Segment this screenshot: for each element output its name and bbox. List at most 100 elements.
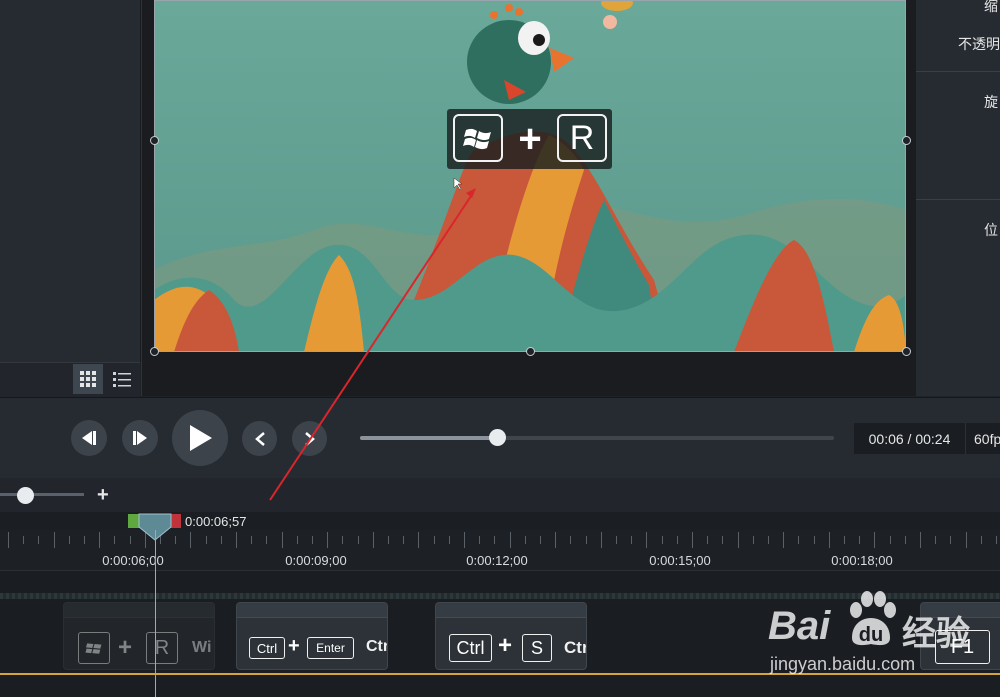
clip-plus: + — [118, 634, 133, 661]
ruler-tick — [874, 532, 875, 548]
callout-plus: + — [518, 117, 542, 161]
scale-label: 缩 — [984, 0, 998, 14]
properties-panel: 缩 不透明 旋 位 — [916, 0, 1000, 396]
ruler-tick — [890, 536, 891, 544]
clip-label: Ctr — [564, 638, 587, 657]
step-back-button[interactable] — [71, 420, 107, 456]
grid-view-button[interactable] — [73, 364, 103, 394]
ruler-tick — [662, 536, 663, 544]
keystroke-clip[interactable]: Ctrl + Enter Ctr — [236, 602, 388, 670]
ruler-tick — [54, 532, 55, 548]
baidu-jingyan-watermark: Bai du 经验 jingyan.baidu.com — [768, 590, 1000, 675]
ctrl-key: Ctrl — [249, 637, 285, 659]
zoom-slider-track[interactable] — [0, 493, 84, 496]
ruler-tick — [464, 532, 465, 548]
divider — [916, 199, 1000, 200]
ruler-tick — [358, 536, 359, 544]
ruler-tick — [814, 536, 815, 544]
ruler-label: 0:00:18;00 — [831, 553, 893, 568]
keystroke-callout[interactable]: + R — [447, 109, 612, 169]
play-icon — [190, 425, 212, 451]
ruler-tick — [616, 536, 617, 544]
ruler-tick — [966, 532, 967, 548]
ruler-tick — [312, 536, 313, 544]
ruler-tick — [206, 536, 207, 544]
ruler-tick — [844, 536, 845, 544]
scrubber-thumb[interactable] — [489, 429, 506, 446]
ruler-tick — [494, 536, 495, 544]
ruler-tick — [570, 536, 571, 544]
ruler-tick — [677, 536, 678, 544]
resize-handle[interactable] — [902, 136, 911, 145]
ruler-tick — [190, 532, 191, 548]
clip-plus: + — [498, 632, 513, 659]
next-marker-icon — [304, 431, 315, 446]
ruler-tick — [798, 536, 799, 544]
playhead-time: 0:00:06;57 — [185, 514, 247, 529]
ruler-tick — [753, 536, 754, 544]
previous-marker-button[interactable] — [242, 421, 277, 456]
resize-handle[interactable] — [902, 347, 911, 356]
ruler-label: 0:00:12;00 — [466, 553, 528, 568]
clip-label: Wi — [192, 639, 212, 656]
ruler-tick — [722, 536, 723, 544]
enter-key: Enter — [307, 637, 354, 659]
ruler-tick — [555, 532, 556, 548]
ruler-tick — [601, 532, 602, 548]
ruler-tick — [388, 536, 389, 544]
watermark-brand-cn: 经验 — [902, 615, 970, 653]
r-key: R — [557, 114, 607, 162]
ruler-tick — [905, 536, 906, 544]
previous-marker-icon — [254, 431, 265, 446]
preview-scene-image — [154, 0, 906, 352]
ruler-tick — [114, 536, 115, 544]
ruler-tick — [950, 536, 951, 544]
ruler-tick — [692, 532, 693, 548]
clip-plus: + — [288, 635, 300, 657]
zoom-slider-thumb[interactable] — [17, 487, 34, 504]
playhead-line — [155, 530, 156, 697]
video-preview[interactable] — [154, 0, 906, 352]
resize-handle[interactable] — [150, 347, 159, 356]
keystroke-clip[interactable]: Ctrl + S Ctr — [435, 602, 587, 670]
ruler-tick — [996, 536, 997, 544]
opacity-label: 不透明 — [958, 36, 1000, 52]
keystroke-clip[interactable]: + R Wi — [63, 602, 215, 670]
ruler-tick — [768, 536, 769, 544]
watermark-url: jingyan.baidu.com — [770, 654, 916, 674]
ruler-tick — [449, 536, 450, 544]
fps-selector[interactable]: 60fps — [965, 423, 1000, 454]
zoom-in-button[interactable]: + — [97, 484, 109, 507]
ruler-tick — [221, 536, 222, 544]
ruler-tick — [525, 536, 526, 544]
grid-icon — [80, 371, 96, 387]
ruler-tick — [99, 532, 100, 548]
ruler-tick — [631, 536, 632, 544]
list-view-button[interactable] — [107, 364, 137, 394]
resize-handle[interactable] — [150, 136, 159, 145]
svg-text:du: du — [859, 624, 883, 646]
resize-handle[interactable] — [526, 347, 535, 356]
ruler-tick — [266, 536, 267, 544]
ruler-tick — [540, 536, 541, 544]
ruler-label: 0:00:09;00 — [285, 553, 347, 568]
next-marker-button[interactable] — [292, 421, 327, 456]
ruler-tick — [130, 536, 131, 544]
rotation-label: 旋 — [984, 94, 998, 110]
ruler-tick — [84, 536, 85, 544]
ruler-tick — [403, 536, 404, 544]
watermark-brand: Bai — [768, 604, 831, 648]
ruler-tick — [859, 536, 860, 544]
ruler-tick — [69, 536, 70, 544]
r-key: R — [146, 632, 178, 664]
step-forward-button[interactable] — [122, 420, 158, 456]
ruler-tick — [23, 536, 24, 544]
ruler-tick — [829, 532, 830, 548]
ruler-tick — [920, 532, 921, 548]
step-forward-icon — [133, 431, 147, 445]
play-button[interactable] — [172, 410, 228, 466]
paw-icon: du — [850, 591, 896, 646]
ruler-tick — [327, 532, 328, 548]
timeline-toolbar — [0, 478, 1000, 512]
ruler-tick — [586, 536, 587, 544]
